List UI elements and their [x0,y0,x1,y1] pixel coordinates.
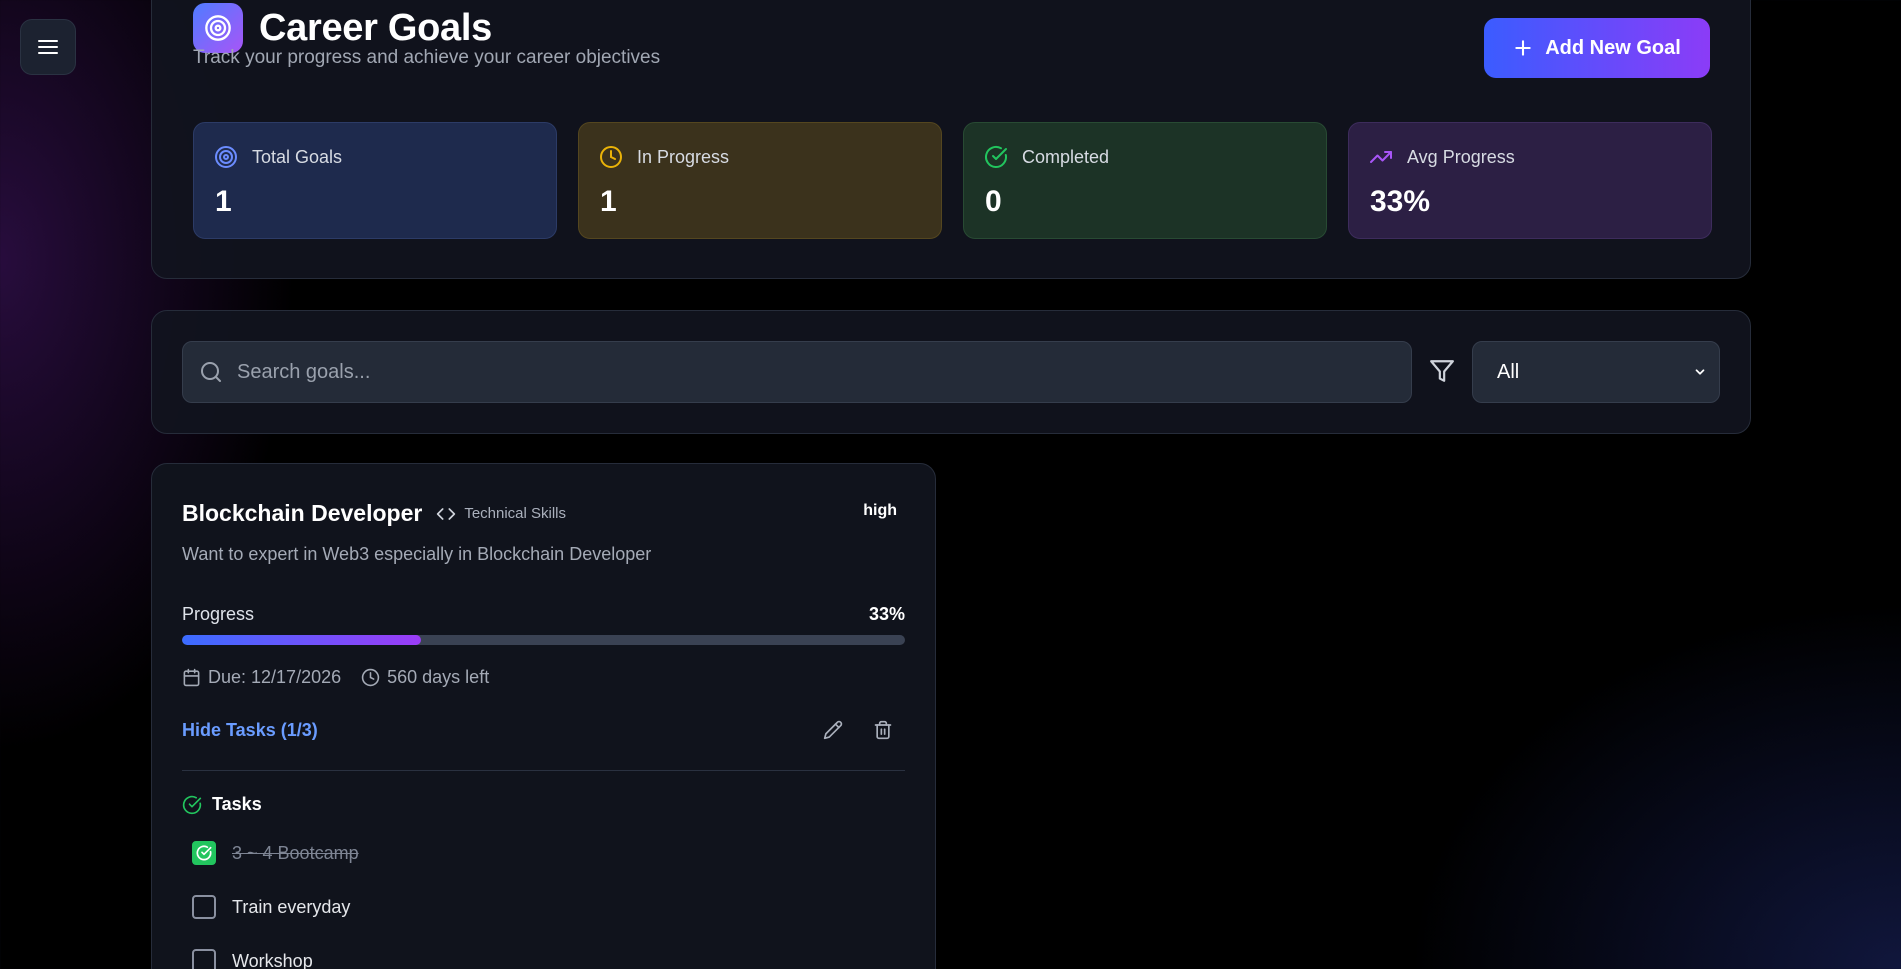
task-checkbox-checked[interactable] [192,841,216,865]
progress-label: Progress [182,604,255,624]
goal-category: Technical Skills [436,504,566,524]
stat-value: 1 [600,185,617,218]
hamburger-menu-icon [38,40,58,54]
progress-value: 33% [868,604,905,624]
stat-label: In Progress [637,146,730,167]
trending-up-icon [1370,151,1392,163]
progress-bar [182,635,905,645]
progress-bar-fill [182,635,421,645]
goal-title: Blockchain Developer [182,500,423,526]
target-icon [193,3,243,53]
check-circle-icon [985,145,1007,168]
stat-value: 0 [985,185,1002,218]
goal-category-label: Technical Skills [464,505,567,522]
task-item[interactable]: Workshop [192,949,313,969]
delete-goal-button[interactable] [873,720,893,740]
page-title: Career Goals [259,6,492,49]
goal-card: Blockchain Developer Technical Skills hi… [151,463,936,969]
title-row: Career Goals [193,3,492,53]
filter-icon[interactable] [1429,358,1455,384]
task-label: Workshop [232,950,313,969]
stat-in-progress: In Progress 1 [578,122,942,239]
hide-tasks-link[interactable]: Hide Tasks (1/3) [182,720,318,741]
stat-completed: Completed 0 [963,122,1327,239]
stat-label: Avg Progress [1407,146,1515,167]
edit-goal-button[interactable] [823,720,843,740]
check-circle-icon [182,795,202,814]
filter-card: All [151,310,1751,434]
priority-badge: high [863,502,897,519]
trash-icon [874,720,892,740]
plus-icon [1513,38,1533,58]
pencil-icon [823,720,843,740]
add-new-goal-button[interactable]: Add New Goal [1484,18,1710,78]
task-item[interactable]: Train everyday [192,895,350,919]
goal-meta: Due: 12/17/2026 560 days left [182,667,489,688]
goal-description: Want to expert in Web3 especially in Blo… [182,544,652,564]
code-icon [437,507,456,520]
stat-label: Total Goals [252,146,343,167]
page-subtitle: Track your progress and achieve your car… [193,47,661,68]
tasks-heading: Tasks [182,794,262,815]
task-item[interactable]: 3 ~ 4 Bootcamp [192,841,359,865]
search-input[interactable] [235,359,1339,385]
task-checkbox[interactable] [192,895,216,919]
due-date: Due: 12/17/2026 [208,667,342,687]
chevron-down-icon [1695,369,1705,375]
search-icon [199,360,223,384]
status-filter-select[interactable]: All [1472,341,1720,403]
target-icon [215,146,237,168]
stat-value: 1 [215,185,232,218]
stat-avg-progress: Avg Progress 33% [1348,122,1712,239]
stat-value: 33% [1370,185,1431,218]
stat-total-goals: Total Goals 1 [193,122,557,239]
divider [182,770,905,771]
clock-icon [600,146,622,168]
calendar-icon [183,668,200,687]
check-circle-icon [196,845,212,861]
status-filter-value: All [1497,360,1520,383]
menu-toggle-button[interactable] [20,19,76,75]
clock-icon [361,668,380,687]
task-label: 3 ~ 4 Bootcamp [232,842,359,863]
days-left: 560 days left [387,667,490,687]
search-box[interactable] [182,341,1412,403]
task-checkbox[interactable] [192,949,216,969]
add-new-goal-label: Add New Goal [1545,36,1681,59]
header-card: Career Goals Track your progress and ach… [151,0,1751,279]
task-label: Train everyday [232,896,351,917]
stat-label: Completed [1022,146,1110,167]
tasks-heading-label: Tasks [212,794,262,814]
stats-row: Total Goals 1 In Progress 1 Completed 0 [193,122,1712,239]
